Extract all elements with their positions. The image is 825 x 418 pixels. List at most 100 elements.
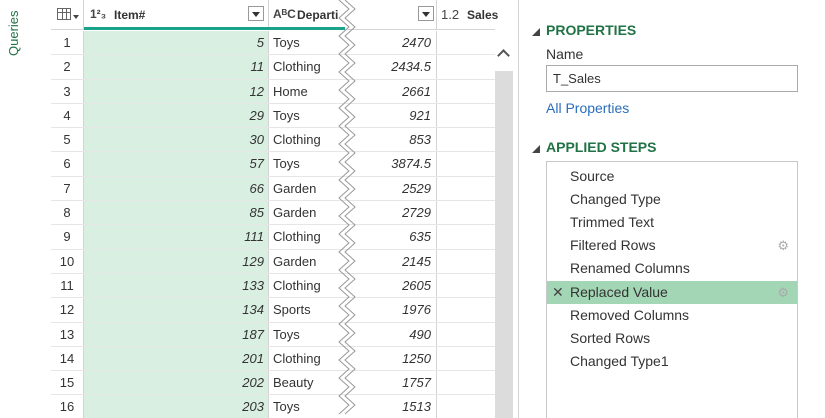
- applied-step-label: Changed Type1: [570, 352, 669, 369]
- table-row[interactable]: 15 202 Beauty 1757: [51, 371, 495, 396]
- row-number[interactable]: 11: [51, 273, 84, 298]
- row-number[interactable]: 8: [51, 201, 84, 225]
- row-number[interactable]: 15: [51, 371, 84, 395]
- table-rows: 1 5 Toys 2470 2 11 Clothing 2434.5 3 12 Home 2661 4 2…: [51, 31, 495, 418]
- cell-item[interactable]: 29: [84, 103, 269, 128]
- applied-step-label: Trimmed Text: [570, 214, 655, 231]
- table-row[interactable]: 10 129 Garden 2145: [51, 249, 495, 274]
- applied-step-label: Source: [570, 168, 615, 184]
- row-number[interactable]: 6: [51, 152, 84, 176]
- cell-item[interactable]: 57: [84, 152, 269, 176]
- cell-item[interactable]: 11: [84, 55, 269, 79]
- table-row[interactable]: 1 5 Toys 2470: [51, 31, 495, 56]
- table-menu-button[interactable]: [51, 0, 84, 30]
- row-number[interactable]: 5: [51, 128, 84, 152]
- properties-title: PROPERTIES: [546, 22, 637, 38]
- cell-item[interactable]: 133: [84, 273, 269, 298]
- name-label: Name: [546, 46, 584, 62]
- pane-divider: [518, 0, 519, 418]
- cell-item[interactable]: 5: [84, 31, 269, 55]
- chevron-down-icon: [73, 15, 79, 19]
- gear-icon[interactable]: ⚙: [777, 281, 789, 304]
- column-header-label: Sales: [467, 8, 499, 22]
- applied-step-label: Filtered Rows: [570, 237, 656, 254]
- queries-label[interactable]: Queries: [6, 10, 21, 64]
- cell-item[interactable]: 202: [84, 371, 269, 395]
- whole-number-type-icon[interactable]: 1²₃: [90, 7, 106, 21]
- column-break-zigzag: [338, 0, 356, 415]
- cell-item[interactable]: 85: [84, 201, 269, 225]
- column-header-sales-name[interactable]: 1.2 Sales: [437, 0, 499, 30]
- table-row[interactable]: 13 187 Toys 490: [51, 322, 495, 347]
- collapse-triangle-icon[interactable]: [532, 28, 540, 36]
- applied-step[interactable]: Filtered Rows ⚙: [547, 234, 797, 257]
- applied-step-label: Replaced Value: [570, 283, 668, 300]
- row-number[interactable]: 14: [51, 346, 84, 371]
- cell-item[interactable]: 30: [84, 128, 269, 152]
- table-row[interactable]: 5 30 Clothing 853: [51, 128, 495, 153]
- data-grid: 1²₃ Item# AᴮC Departi 1.2 Sales 1 5 Toys 24…: [51, 0, 513, 418]
- decimal-type-icon[interactable]: 1.2: [441, 7, 459, 22]
- close-icon[interactable]: ✕: [552, 281, 564, 304]
- applied-steps-list: Source Changed Type Trimmed Text Filtered R…: [546, 161, 798, 418]
- table-row[interactable]: 12 134 Sports 1976: [51, 298, 495, 323]
- cell-item[interactable]: 66: [84, 176, 269, 201]
- row-number[interactable]: 4: [51, 103, 84, 128]
- cell-item[interactable]: 111: [84, 225, 269, 249]
- row-number[interactable]: 16: [51, 395, 84, 418]
- applied-step[interactable]: Changed Type: [547, 188, 797, 211]
- row-number[interactable]: 1: [51, 31, 84, 55]
- row-number[interactable]: 2: [51, 55, 84, 79]
- row-number[interactable]: 13: [51, 322, 84, 346]
- applied-step[interactable]: Trimmed Text: [547, 211, 797, 234]
- query-settings-pane: PROPERTIES Name All Properties APPLIED S…: [530, 0, 825, 418]
- table-row[interactable]: 8 85 Garden 2729: [51, 201, 495, 226]
- scrollbar-thumb[interactable]: [495, 71, 513, 418]
- row-number[interactable]: 10: [51, 249, 84, 273]
- all-properties-link[interactable]: All Properties: [546, 100, 629, 116]
- column-filter-dropdown[interactable]: [418, 6, 434, 21]
- table-icon: [57, 8, 71, 20]
- text-type-icon[interactable]: AᴮC: [273, 7, 296, 21]
- table-row[interactable]: 11 133 Clothing 2605: [51, 273, 495, 299]
- cell-item[interactable]: 129: [84, 249, 269, 273]
- row-number[interactable]: 7: [51, 176, 84, 201]
- applied-step-label: Renamed Columns: [570, 260, 690, 277]
- table-row[interactable]: 4 29 Toys 921: [51, 103, 495, 129]
- table-row[interactable]: 6 57 Toys 3874.5: [51, 152, 495, 177]
- cell-item[interactable]: 201: [84, 346, 269, 371]
- applied-step[interactable]: Sorted Rows: [547, 327, 797, 350]
- query-name-input[interactable]: [546, 65, 798, 92]
- applied-step[interactable]: Renamed Columns: [547, 257, 797, 280]
- applied-step-label: Removed Columns: [570, 306, 690, 323]
- row-number[interactable]: 12: [51, 298, 84, 322]
- applied-step[interactable]: Changed Type1: [547, 350, 797, 373]
- collapse-triangle-icon[interactable]: [532, 145, 540, 153]
- row-number[interactable]: 3: [51, 79, 84, 103]
- column-filter-dropdown[interactable]: [248, 6, 264, 21]
- applied-step[interactable]: Removed Columns: [547, 304, 797, 327]
- vertical-scrollbar[interactable]: [495, 31, 513, 418]
- cell-item[interactable]: 134: [84, 298, 269, 322]
- row-number[interactable]: 9: [51, 225, 84, 249]
- cell-item[interactable]: 203: [84, 395, 269, 418]
- table-row[interactable]: 2 11 Clothing 2434.5: [51, 55, 495, 80]
- applied-step-label: Changed Type: [570, 191, 661, 208]
- table-row[interactable]: 7 66 Garden 2529: [51, 176, 495, 202]
- table-row[interactable]: 14 201 Clothing 1250: [51, 346, 495, 372]
- cell-item[interactable]: 187: [84, 322, 269, 346]
- chevron-up-icon[interactable]: [495, 31, 513, 71]
- table-row[interactable]: 16 203 Toys 1513: [51, 395, 495, 418]
- column-header-item[interactable]: 1²₃ Item#: [84, 0, 269, 30]
- queries-pane-collapsed[interactable]: Queries: [0, 0, 44, 418]
- table-row[interactable]: 3 12 Home 2661: [51, 79, 495, 104]
- applied-step[interactable]: Source: [547, 165, 797, 188]
- cell-item[interactable]: 12: [84, 79, 269, 103]
- table-row[interactable]: 9 111 Clothing 635: [51, 225, 495, 250]
- applied-steps-title: APPLIED STEPS: [546, 139, 657, 155]
- column-selected-indicator: [84, 27, 269, 30]
- gear-icon[interactable]: ⚙: [777, 234, 789, 257]
- column-header-label: Item#: [114, 8, 146, 22]
- applied-step-label: Sorted Rows: [570, 329, 651, 346]
- applied-step[interactable]: ✕ Replaced Value ⚙: [547, 280, 797, 304]
